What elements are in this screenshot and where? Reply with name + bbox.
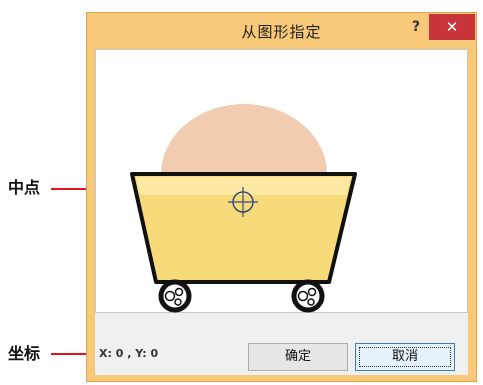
ok-button[interactable]: 确定 <box>248 343 348 371</box>
left-wheel-shape <box>158 279 192 313</box>
help-button[interactable]: ? <box>405 16 427 38</box>
callout-center-label: 中点 <box>8 178 41 197</box>
cancel-button[interactable]: 取消 <box>355 343 455 371</box>
shape-drawing <box>130 104 357 313</box>
dialog-client-area: X: 0 , Y: 0 确定 取消 <box>95 49 468 375</box>
shape-canvas[interactable] <box>95 49 468 313</box>
backdrop-dome-shape <box>161 104 327 174</box>
title-bar[interactable]: 从图形指定 ? ✕ <box>87 13 476 49</box>
callout-coord-label: 坐标 <box>8 344 41 363</box>
right-wheel-shape <box>291 279 325 313</box>
help-icon: ? <box>411 19 421 35</box>
close-button[interactable]: ✕ <box>429 14 475 40</box>
close-icon: ✕ <box>445 18 459 36</box>
shape-picker-dialog: 从图形指定 ? ✕ X: 0 , Y: 0 确定 取消 <box>86 12 477 382</box>
cancel-button-label: 取消 <box>391 349 418 364</box>
coordinate-readout: X: 0 , Y: 0 <box>99 347 159 360</box>
